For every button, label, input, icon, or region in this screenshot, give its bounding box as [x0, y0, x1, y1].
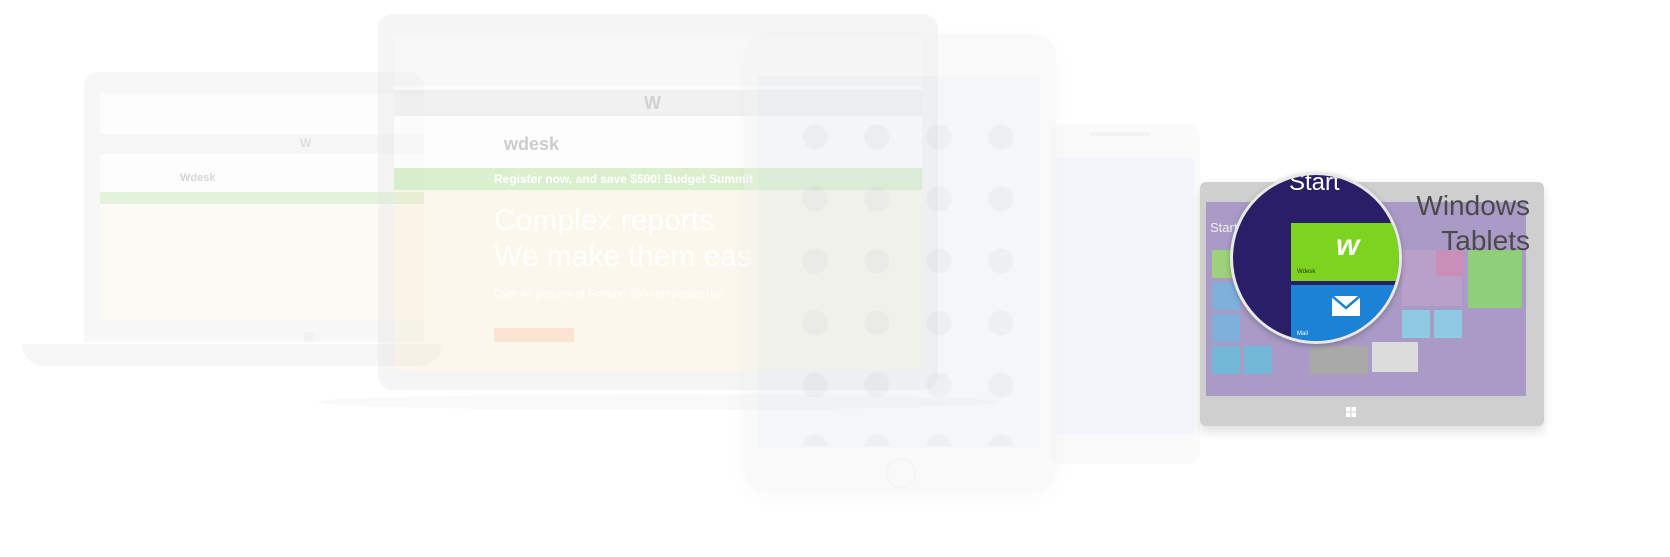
callout-line-1: Windows [1416, 190, 1530, 221]
site-brand: wdesk [504, 134, 560, 154]
site-header-logo: W [644, 93, 661, 113]
ipad-screen [758, 76, 1040, 448]
wdesk-tile-label: Wdesk [1297, 269, 1316, 275]
laptop-screen-bezel: W Wdesk [84, 72, 424, 342]
laptop-screen: W Wdesk [100, 94, 424, 320]
site-cta-button [494, 328, 574, 342]
windows-logo-icon [304, 332, 314, 342]
device-callout: Windows Tablets [1380, 190, 1530, 260]
laptop-site-hero [100, 206, 424, 320]
mail-envelope-icon [1331, 295, 1361, 317]
windows-logo-icon [1346, 404, 1356, 417]
surface-tile [1434, 310, 1462, 338]
laptop-site-header: W [100, 134, 424, 154]
laptop-site-banner [100, 192, 424, 204]
magnifier-lens: Start w Wdesk Mail [1230, 172, 1402, 344]
laptop-site-logo: W [300, 136, 312, 150]
site-hero-line2: We make them eas [494, 240, 752, 273]
mail-tile[interactable]: Mail [1291, 285, 1399, 341]
surface-tile [1372, 342, 1418, 372]
site-hero-sub: Over 60 percent of Fortune 500 companies… [494, 288, 725, 300]
laptop-site-brand: Wdesk [180, 172, 216, 184]
wdesk-logo-icon: w [1336, 229, 1360, 262]
site-banner-text: Register now, and save $500! Budget Summ… [494, 172, 753, 186]
ipad-device [744, 34, 1056, 492]
surface-tile [1402, 310, 1430, 338]
callout-line-2: Tablets [1441, 225, 1530, 256]
phone-screen [1056, 158, 1194, 434]
magnifier-start-label: Start [1289, 172, 1340, 196]
surface-tile [1212, 346, 1240, 374]
surface-tile [1244, 346, 1272, 374]
site-hero-line1: Complex reports [494, 204, 715, 237]
ipad-home-button [886, 458, 916, 488]
phone-device [1050, 124, 1200, 464]
mail-tile-label: Mail [1297, 331, 1309, 337]
surface-tile [1212, 314, 1240, 342]
ipad-icon-grid [784, 106, 1024, 446]
phone-speaker [1090, 132, 1150, 136]
surface-tile [1310, 346, 1368, 374]
